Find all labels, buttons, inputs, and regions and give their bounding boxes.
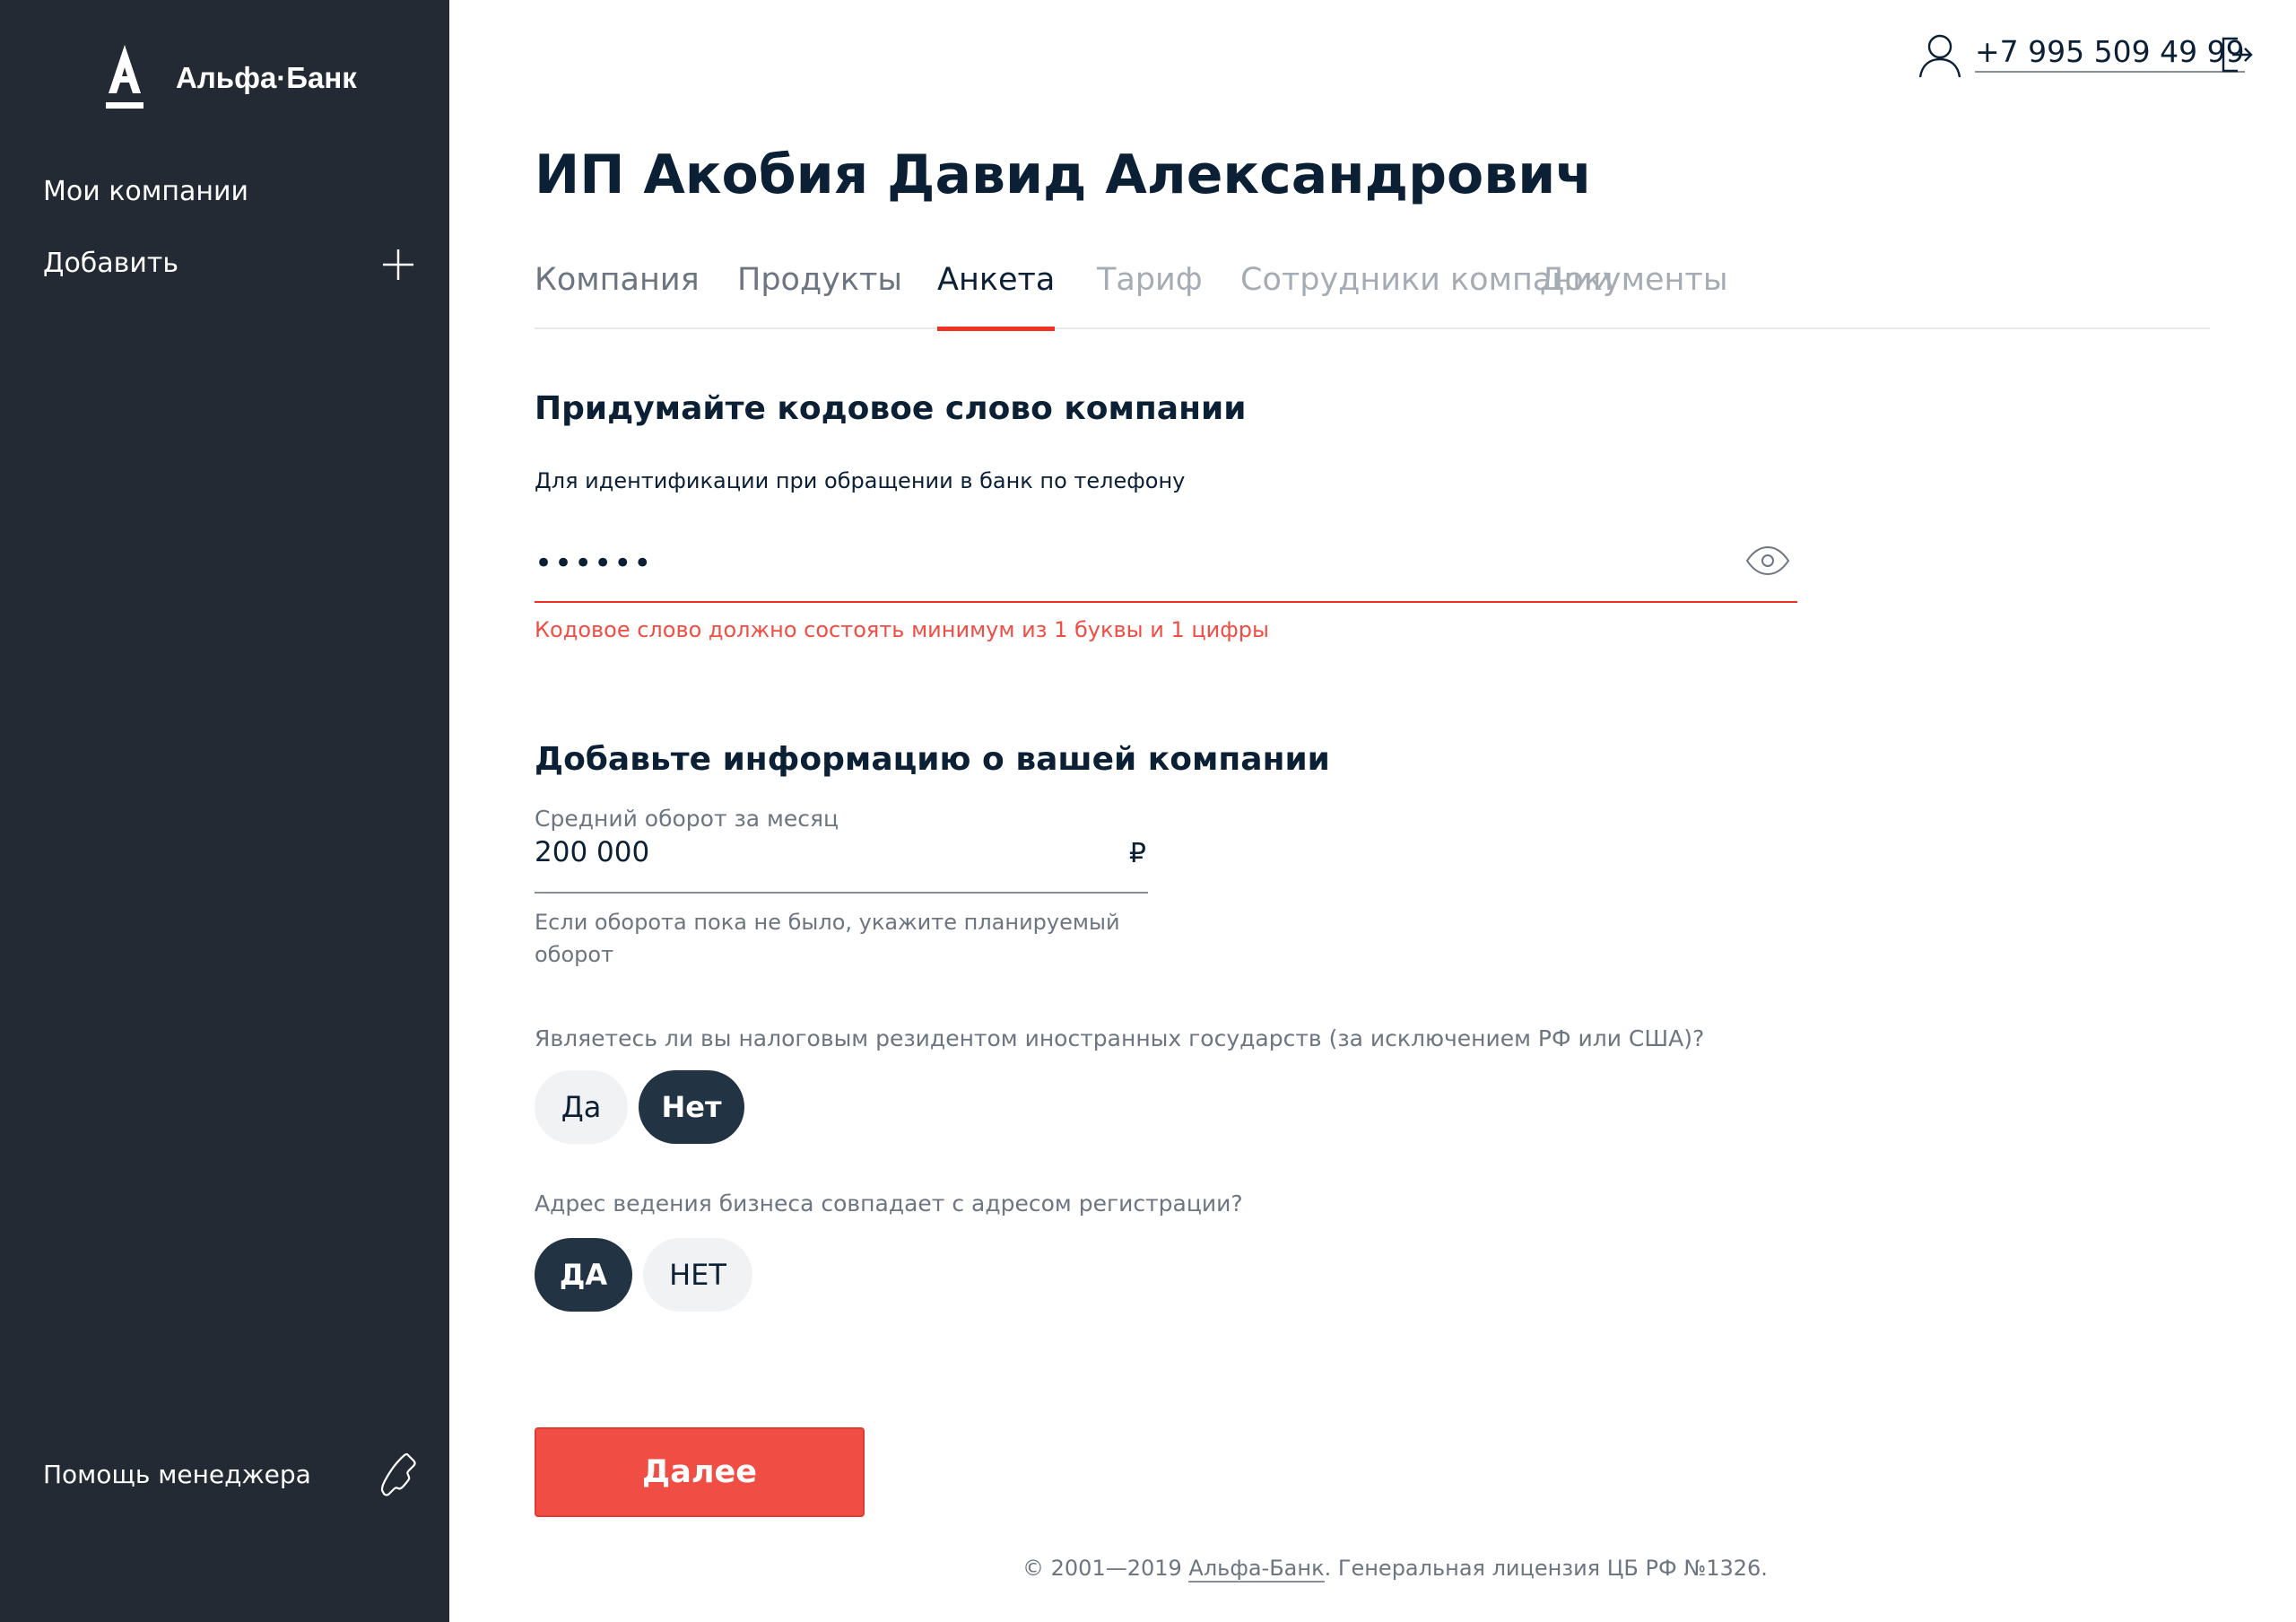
tab-questionnaire[interactable]: Анкета [937,262,1056,331]
tax-resident-no-button[interactable]: Нет [639,1070,744,1144]
address-match-question: Адрес ведения бизнеса совпадает с адресо… [535,1190,1243,1216]
sidebar-item-my-companies[interactable]: Мои компании [43,176,248,207]
page-title: ИП Акобия Давид Александрович [535,144,1593,206]
turnover-label: Средний оборот за месяц [535,806,839,832]
codeword-heading: Придумайте кодовое слово компании [535,390,1247,427]
footer-license: . Генеральная лицензия ЦБ РФ №1326. [1324,1556,1768,1581]
tax-resident-yes-button[interactable]: Да [535,1070,628,1144]
codeword-error: Кодовое слово должно состоять минимум из… [535,617,1269,642]
tax-resident-question: Являетесь ли вы налоговым резидентом ино… [535,1025,1705,1051]
sidebar-item-add[interactable]: Добавить [43,248,178,279]
next-button[interactable]: Далее [535,1427,865,1517]
tab-documents[interactable]: Документы [1540,262,1727,329]
codeword-value: •••••• [535,545,654,581]
manager-help-link[interactable]: Помощь менеджера [43,1460,311,1489]
user-phone-link[interactable]: +7 995 509 49 99 [1975,34,2245,73]
tab-products[interactable]: Продукты [737,262,902,329]
turnover-input[interactable]: 200 000 ₽ [535,834,1148,894]
alfa-bank-logo[interactable]: Альфа·Банк [104,43,357,111]
sidebar: Альфа·Банк Мои компании Добавить Помощь … [0,0,449,1622]
address-match-yes-button[interactable]: ДА [535,1238,632,1312]
codeword-hint: Для идентификации при обращении в банк п… [535,468,1186,493]
alfa-logo-icon [106,45,144,109]
footer-bank-link[interactable]: Альфа-Банк [1188,1556,1325,1583]
turnover-value: 200 000 [535,836,650,868]
footer-copyright: © 2001—2019 [1022,1556,1189,1581]
ruble-symbol: ₽ [1128,838,1146,869]
plus-icon[interactable] [381,248,415,282]
company-info-heading: Добавьте информацию о вашей компании [535,741,1330,778]
tab-company[interactable]: Компания [535,262,700,329]
tab-tariff[interactable]: Тариф [1097,262,1203,329]
eye-icon[interactable] [1745,545,1790,576]
brand-name: Альфа·Банк [176,61,357,94]
codeword-input[interactable]: •••••• [535,536,1797,603]
address-match-no-button[interactable]: НЕТ [643,1238,752,1312]
user-icon [1918,34,1961,78]
tab-bar: Компания Продукты Анкета Тариф Сотрудник… [535,262,2210,331]
phone-icon[interactable] [380,1452,418,1498]
footer: © 2001—2019 Альфа-Банк. Генеральная лице… [1022,1556,1768,1583]
logout-icon[interactable] [2220,36,2254,74]
turnover-hint: Если оборота пока не было, укажите плани… [535,910,1120,967]
